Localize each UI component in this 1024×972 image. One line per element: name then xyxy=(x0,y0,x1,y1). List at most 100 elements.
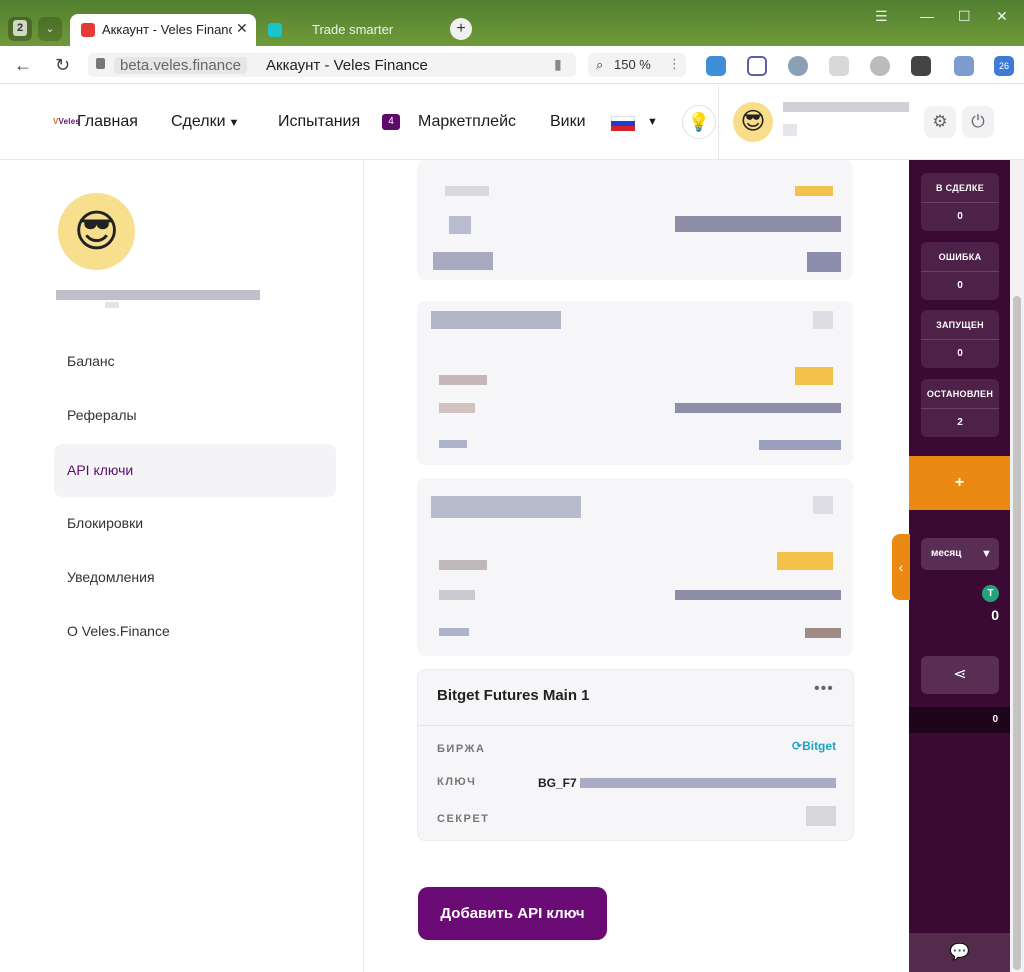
new-tab-button[interactable]: + xyxy=(450,18,472,40)
stat-error[interactable]: ОШИБКА 0 xyxy=(921,242,999,300)
tab-title: Trade smarter xyxy=(312,22,394,37)
blur xyxy=(439,403,475,413)
minimize-icon[interactable]: — xyxy=(920,8,934,24)
user-id-blurred xyxy=(783,124,797,136)
chat-icon[interactable]: 💬 xyxy=(909,933,1010,972)
blur xyxy=(433,252,493,270)
zoom-control[interactable]: ⌕ 150 % ⋮ xyxy=(588,53,686,77)
stat-value: 0 xyxy=(957,280,963,291)
lightbulb-icon[interactable]: 💡 xyxy=(682,105,716,139)
tab-count-button[interactable]: 2 xyxy=(8,17,32,41)
blur xyxy=(439,440,467,448)
collapse-sidebar-icon[interactable]: ‹ xyxy=(892,534,910,600)
blur xyxy=(813,311,833,329)
api-key-card-blurred xyxy=(417,160,853,280)
scrollbar-thumb[interactable] xyxy=(1013,296,1021,970)
add-bot-button[interactable]: + xyxy=(909,456,1010,510)
chevron-down-icon[interactable]: ⌄ xyxy=(38,17,62,41)
blur xyxy=(439,375,487,385)
api-key-card: Bitget Futures Main 1 ••• БИРЖА ⟳ Bitget … xyxy=(417,669,854,841)
sidebar-item-api-keys[interactable]: API ключи xyxy=(54,444,336,497)
stat-label: В СДЕЛКЕ xyxy=(921,173,999,203)
download-icon[interactable]: 26 xyxy=(994,56,1014,76)
share-icon[interactable]: ⋖ xyxy=(921,656,999,694)
site-header: VVeles Главная Сделки ▼ Испытания 4 Марке… xyxy=(0,84,1024,160)
sidebar-item-balance[interactable]: Баланс xyxy=(54,335,336,388)
extension-icon-2[interactable] xyxy=(870,56,890,76)
vpn-extension-icon[interactable] xyxy=(788,56,808,76)
tab-title: Аккаунт - Veles Finance xyxy=(102,22,232,37)
extension-icon[interactable] xyxy=(829,56,849,76)
stat-label: ЗАПУЩЕН xyxy=(921,310,999,340)
blur xyxy=(449,216,471,234)
secret-value-blurred xyxy=(806,806,836,826)
more-options-icon[interactable]: ••• xyxy=(814,680,834,698)
summary-row: 0 xyxy=(909,707,1010,733)
chevron-down-icon: ▼ xyxy=(981,548,992,560)
avatar[interactable]: 😎 xyxy=(733,102,773,142)
extension-icon-4[interactable] xyxy=(954,56,974,76)
api-key-card-header: Bitget Futures Main 1 ••• xyxy=(418,670,853,726)
logo[interactable]: VVeles xyxy=(53,117,80,126)
blur xyxy=(777,552,833,570)
nav-deals[interactable]: Сделки ▼ xyxy=(171,113,239,131)
blur xyxy=(439,560,487,570)
more-icon[interactable]: ⋮ xyxy=(668,56,681,72)
russia-flag-icon[interactable] xyxy=(611,116,635,131)
url-page-title: Аккаунт - Veles Finance xyxy=(266,57,428,74)
period-select[interactable]: месяц ▼ xyxy=(921,538,999,570)
stat-value: 0 xyxy=(957,348,963,359)
api-key-card-blurred xyxy=(417,301,853,465)
sidebar-item-notifications[interactable]: Уведомления xyxy=(54,551,336,604)
stat-in-deal[interactable]: В СДЕЛКЕ 0 xyxy=(921,173,999,231)
api-key-card-blurred xyxy=(417,478,853,656)
sidebar-item-referrals[interactable]: Рефералы xyxy=(54,389,336,442)
close-tab-icon[interactable]: ✕ xyxy=(236,20,248,37)
extension-icon-3[interactable] xyxy=(911,56,931,76)
gear-icon[interactable]: ⚙ xyxy=(924,106,956,138)
url-field[interactable]: beta.veles.finance Аккаунт - Veles Finan… xyxy=(88,53,576,77)
key-value: BG_F7 xyxy=(538,776,577,790)
key-value-blurred xyxy=(580,778,836,788)
blur xyxy=(813,496,833,514)
header-divider xyxy=(718,84,719,160)
nav-marketplace[interactable]: Маркетплейс xyxy=(418,113,516,131)
add-api-key-button[interactable]: Добавить API ключ xyxy=(418,887,607,940)
reload-icon[interactable]: ↻ xyxy=(55,55,70,76)
blur xyxy=(805,628,841,638)
trade-favicon-icon xyxy=(268,23,282,37)
power-icon[interactable]: ⏻ xyxy=(962,106,994,138)
language-caret-icon[interactable]: ▼ xyxy=(647,116,658,128)
stat-value: 2 xyxy=(957,417,963,428)
close-box-extension-icon[interactable] xyxy=(747,56,767,76)
sidebar-item-blocks[interactable]: Блокировки xyxy=(54,497,336,550)
bookmark-icon[interactable]: ▮ xyxy=(554,56,562,73)
nav-wiki[interactable]: Вики xyxy=(550,113,586,131)
shield-extension-icon[interactable] xyxy=(706,56,726,76)
nav-home[interactable]: Главная xyxy=(77,113,138,131)
nav-tests[interactable]: Испытания xyxy=(278,113,360,131)
zoom-icon: ⌕ xyxy=(596,57,604,72)
blur xyxy=(795,186,833,196)
blur xyxy=(431,496,581,518)
stat-stopped[interactable]: ОСТАНОВЛЕН 2 xyxy=(921,379,999,437)
caret-down-icon: ▼ xyxy=(228,117,240,129)
tab-active[interactable]: Аккаунт - Veles Finance ✕ xyxy=(70,14,256,46)
stat-running[interactable]: ЗАПУЩЕН 0 xyxy=(921,310,999,368)
menu-icon[interactable]: ☰ xyxy=(875,8,888,25)
zoom-level: 150 % xyxy=(614,57,651,72)
api-key-title: Bitget Futures Main 1 xyxy=(437,687,590,704)
tab-trade-smarter[interactable]: Trade smarter xyxy=(264,14,434,46)
stat-value: 0 xyxy=(957,211,963,222)
blur xyxy=(759,440,841,450)
key-label: КЛЮЧ xyxy=(437,776,477,788)
sidebar-item-about[interactable]: О Veles.Finance xyxy=(54,605,336,658)
url-host: beta.veles.finance xyxy=(114,57,247,74)
close-window-icon[interactable]: ✕ xyxy=(996,8,1008,25)
secret-label: СЕКРЕТ xyxy=(437,813,490,825)
stats-sidebar: В СДЕЛКЕ 0 ОШИБКА 0 ЗАПУЩЕН 0 ОСТАНОВЛЕН… xyxy=(909,160,1010,972)
maximize-icon[interactable]: ☐ xyxy=(958,8,971,25)
browser-tab-bar: 2 ⌄ Аккаунт - Veles Finance ✕ Trade smar… xyxy=(0,0,1024,46)
back-icon[interactable]: ← xyxy=(14,55,32,76)
blur xyxy=(439,628,469,636)
